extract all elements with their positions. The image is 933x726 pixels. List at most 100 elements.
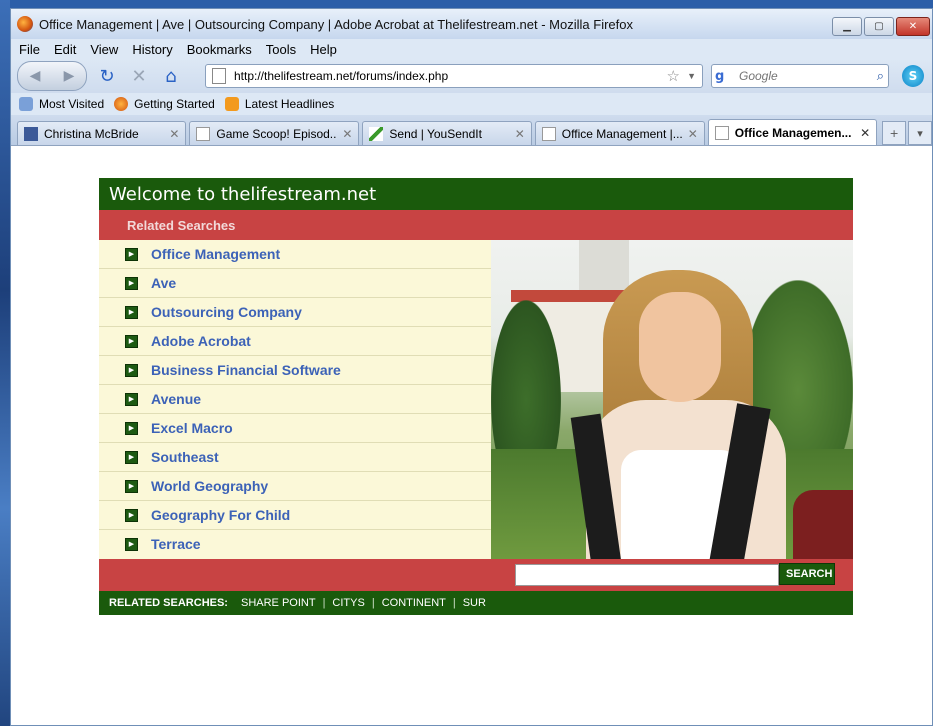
new-tab-icon[interactable]: +	[882, 121, 907, 145]
back-forward-buttons[interactable]: ◀ ▶	[17, 61, 87, 91]
footer-link[interactable]: CITYS	[325, 597, 371, 609]
arrow-bullet-icon: ▶	[125, 276, 138, 290]
arrow-bullet-icon: ▶	[125, 392, 138, 406]
footer-link[interactable]: SHARE POINT	[234, 597, 323, 609]
hero-photo	[491, 240, 853, 559]
tab-yousendit[interactable]: Send | YouSendIt ✕	[362, 121, 532, 145]
title-bar: Office Management | Ave | Outsourcing Co…	[11, 9, 932, 39]
bookmark-label: Getting Started	[134, 97, 215, 111]
related-link[interactable]: Geography For Child	[151, 507, 290, 523]
bookmark-label: Latest Headlines	[244, 97, 335, 111]
desktop-edge	[0, 0, 10, 726]
search-input[interactable]	[737, 68, 861, 84]
back-arrow-icon[interactable]: ◀	[30, 68, 41, 84]
bookmarks-toolbar: Most Visited Getting Started Latest Head…	[11, 93, 932, 115]
menu-edit[interactable]: Edit	[54, 42, 76, 57]
footer-link[interactable]: SUR	[456, 597, 493, 609]
list-item: ▶ Adobe Acrobat	[99, 327, 491, 356]
search-icon[interactable]: ⌕	[877, 69, 884, 84]
arrow-bullet-icon: ▶	[125, 508, 138, 522]
bookmark-star-icon[interactable]: ☆	[667, 67, 680, 85]
search-bar[interactable]: g ⌕	[711, 64, 889, 88]
arrow-bullet-icon: ▶	[125, 479, 138, 493]
firefox-icon	[17, 16, 33, 32]
related-link[interactable]: Ave	[151, 275, 176, 291]
related-link[interactable]: Office Management	[151, 246, 280, 262]
related-searches-footer: RELATED SEARCHES: SHARE POINT | CITYS | …	[99, 591, 853, 615]
welcome-header: Welcome to thelifestream.net	[99, 178, 853, 210]
most-visited-icon	[19, 97, 33, 111]
list-item: ▶ Ave	[99, 269, 491, 298]
menu-history[interactable]: History	[132, 42, 172, 57]
related-link[interactable]: Business Financial Software	[151, 362, 341, 378]
photo-person-face	[639, 292, 721, 402]
photo-backpack	[793, 490, 853, 559]
tab-close-icon[interactable]: ✕	[515, 127, 525, 141]
tab-close-icon[interactable]: ✕	[342, 127, 352, 141]
tab-office-management-active[interactable]: Office Managemen... ✕	[707, 119, 878, 145]
page-icon	[212, 68, 226, 84]
tab-label: Office Managemen...	[734, 125, 852, 140]
url-text[interactable]: http://thelifestream.net/forums/index.ph…	[234, 69, 448, 83]
menu-help[interactable]: Help	[310, 42, 337, 57]
footer-label: RELATED SEARCHES:	[109, 597, 228, 609]
list-item: ▶ Avenue	[99, 385, 491, 414]
home-icon[interactable]: ⌂	[159, 64, 183, 88]
minimize-icon[interactable]: ▁	[832, 17, 862, 36]
tab-label: Office Management |...	[561, 126, 682, 141]
close-icon[interactable]: ✕	[896, 17, 930, 36]
menu-bookmarks[interactable]: Bookmarks	[187, 42, 252, 57]
tab-christina-mcbride[interactable]: Christina McBride ✕	[17, 121, 187, 145]
skype-icon[interactable]: S	[902, 65, 924, 87]
navigation-toolbar: ◀ ▶ ↻ ✕ ⌂ http://thelifestream.net/forum…	[11, 59, 932, 93]
window-title: Office Management | Ave | Outsourcing Co…	[39, 16, 633, 32]
google-icon[interactable]: g	[715, 67, 737, 85]
maximize-icon[interactable]: ▢	[864, 17, 894, 36]
tab-game-scoop[interactable]: Game Scoop! Episod... ✕	[189, 121, 360, 145]
related-links-list: ▶ Office Management ▶ Ave ▶ Outsourcing Com…	[99, 240, 491, 559]
reload-icon[interactable]: ↻	[95, 64, 119, 88]
address-bar[interactable]: http://thelifestream.net/forums/index.ph…	[205, 64, 703, 88]
page-icon	[714, 125, 729, 140]
arrow-bullet-icon: ▶	[125, 247, 138, 261]
list-item: ▶ Terrace	[99, 530, 491, 558]
browser-window: Office Management | Ave | Outsourcing Co…	[10, 8, 933, 726]
page-icon	[541, 126, 556, 141]
stop-icon[interactable]: ✕	[127, 64, 151, 88]
list-item: ▶ Outsourcing Company	[99, 298, 491, 327]
firefox-icon	[114, 97, 129, 111]
footer-link[interactable]: CONTINENT	[375, 597, 453, 609]
bookmark-latest-headlines[interactable]: Latest Headlines	[224, 97, 335, 111]
arrow-bullet-icon: ▶	[125, 421, 138, 435]
menu-bar: File Edit View History Bookmarks Tools H…	[11, 39, 932, 59]
related-link[interactable]: World Geography	[151, 478, 268, 494]
related-link[interactable]: Adobe Acrobat	[151, 333, 251, 349]
bookmark-getting-started[interactable]: Getting Started	[114, 97, 215, 111]
related-link[interactable]: Excel Macro	[151, 420, 233, 436]
search-button[interactable]: SEARCH	[779, 563, 835, 585]
site-search-row: SEARCH	[99, 559, 853, 591]
tab-close-icon[interactable]: ✕	[688, 127, 698, 141]
tab-office-management[interactable]: Office Management |... ✕	[534, 121, 705, 145]
related-link[interactable]: Outsourcing Company	[151, 304, 302, 320]
url-dropdown-icon[interactable]: ▼	[687, 71, 696, 81]
bookmark-most-visited[interactable]: Most Visited	[19, 97, 104, 111]
arrow-bullet-icon: ▶	[125, 537, 138, 551]
tab-list-icon[interactable]: ▾	[908, 121, 932, 145]
tab-close-icon[interactable]: ✕	[860, 126, 870, 140]
menu-view[interactable]: View	[90, 42, 118, 57]
list-item: ▶ Geography For Child	[99, 501, 491, 530]
tab-close-icon[interactable]: ✕	[169, 127, 179, 141]
tab-strip: Christina McBride ✕ Game Scoop! Episod..…	[11, 115, 932, 146]
list-item: ▶ Business Financial Software	[99, 356, 491, 385]
site-search-input[interactable]	[515, 564, 779, 586]
related-link[interactable]: Southeast	[151, 449, 219, 465]
forward-arrow-icon[interactable]: ▶	[64, 68, 75, 84]
related-link[interactable]: Avenue	[151, 391, 201, 407]
related-link[interactable]: Terrace	[151, 536, 201, 552]
list-item: ▶ Excel Macro	[99, 414, 491, 443]
window-controls: ▁ ▢ ✕	[832, 17, 930, 36]
tab-label: Send | YouSendIt	[389, 126, 482, 141]
menu-file[interactable]: File	[19, 42, 40, 57]
menu-tools[interactable]: Tools	[266, 42, 296, 57]
